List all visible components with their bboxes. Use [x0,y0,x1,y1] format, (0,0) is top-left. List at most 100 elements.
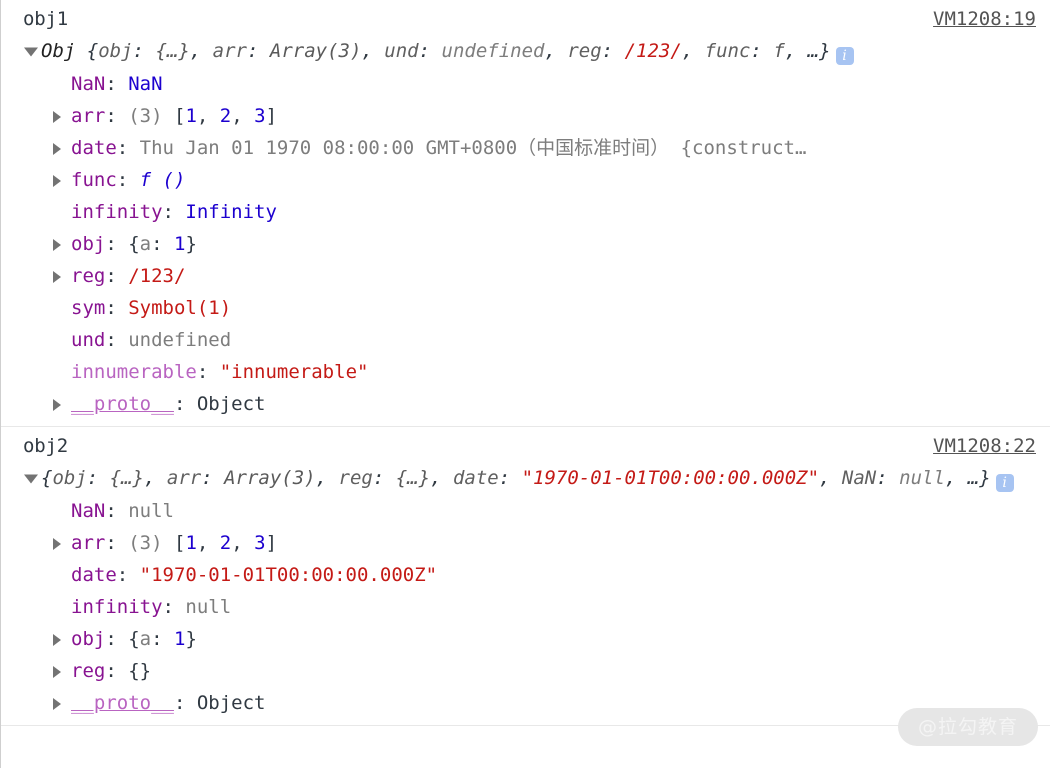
console-message-list: obj 1 VM1208:19 Obj {obj: {…}, arr: Array(3… [1,0,1050,726]
preview-fragment: Array(3) [269,40,362,62]
object-property-row[interactable]: NaN: NaN [1,68,1050,100]
preview-fragment: : [246,40,270,62]
property-value: null [128,500,174,522]
object-property-row[interactable]: infinity: null [1,591,1050,623]
property-colon: : [196,361,220,383]
property-colon: : [173,393,197,415]
value-fragment: , [196,105,220,127]
triangle-right-icon[interactable] [53,538,61,550]
preview-fragment: arr [212,40,247,62]
value-fragment: Thu Jan 01 1970 08:00:00 GMT+0800（中国标准时间… [139,137,670,159]
triangle-right-icon[interactable] [53,143,61,155]
property-value: undefined [128,329,232,351]
object-property-row[interactable]: und: undefined [1,324,1050,356]
value-fragment: 1 [185,105,197,127]
triangle-right-icon[interactable] [53,239,61,251]
preview-fragment: und [384,40,419,62]
object-property-row[interactable]: infinity: Infinity [1,196,1050,228]
info-icon[interactable]: i [995,474,1014,492]
value-fragment: () [151,169,186,191]
triangle-right-icon[interactable] [53,698,61,710]
property-value: {a: 1} [128,233,197,255]
property-colon: : [162,201,186,223]
preview-fragment: date [452,467,499,489]
triangle-right-icon[interactable] [53,666,61,678]
property-colon: : [162,596,186,618]
value-fragment: , [231,532,255,554]
object-property-row[interactable]: date: "1970-01-01T00:00:00.000Z" [1,559,1050,591]
triangle-down-icon[interactable] [24,47,38,56]
triangle-right-icon[interactable] [53,634,61,646]
triangle-right-icon[interactable] [53,175,61,187]
preview-fragment: f [773,40,785,62]
preview-fragment: reg [338,467,373,489]
value-fragment: : [151,628,175,650]
property-key: date [71,564,117,586]
value-fragment: a [139,628,152,650]
property-colon: : [105,265,129,287]
object-property-row[interactable]: obj: {a: 1} [1,623,1050,655]
property-key: __proto__ [71,393,174,415]
preview-fragment: {…} [395,467,431,489]
triangle-right-icon[interactable] [53,399,61,411]
property-value: null [185,596,232,618]
object-property-row[interactable]: arr: (3) [1, 2, 3] [1,527,1050,559]
object-property-row[interactable]: innumerable: "innumerable" [1,356,1050,388]
preview-fragment: obj [52,467,87,489]
object-property-row[interactable]: reg: {} [1,655,1050,687]
object-property-row[interactable]: arr: (3) [1, 2, 3] [1,100,1050,132]
object-preview[interactable]: Obj {obj: {…}, arr: Array(3), und: undef… [41,40,854,65]
property-key: sym [71,297,106,319]
value-fragment: [ [173,105,186,127]
source-location-link[interactable]: VM1208:19 [933,6,1036,33]
object-property-row[interactable]: func: f () [1,164,1050,196]
preview-fragment: : [132,40,156,62]
preview-fragment: , [544,40,568,62]
source-location-link[interactable]: VM1208:22 [933,433,1036,460]
value-fragment: : [151,233,175,255]
object-property-row[interactable]: __proto__: Object [1,388,1050,420]
property-key: innumerable [71,361,197,383]
value-fragment: 1 [174,628,186,650]
object-property-row[interactable]: sym: Symbol(1) [1,292,1050,324]
property-value: "1970-01-01T00:00:00.000Z" [139,564,438,586]
console-log-label: obj2 [23,435,68,457]
object-property-row[interactable]: __proto__: Object [1,687,1050,719]
property-value: f () [140,169,186,191]
value-fragment: 3 [254,532,266,554]
preview-fragment: obj [98,40,133,62]
property-colon: : [105,532,129,554]
object-root: {obj: {…}, arr: Array(3), reg: {…}, date… [1,462,1050,495]
value-fragment: { [128,628,140,650]
object-property-row[interactable]: date: Thu Jan 01 1970 08:00:00 GMT+0800（… [1,132,1050,164]
triangle-right-icon[interactable] [53,111,61,123]
value-fragment: 2 [219,105,232,127]
property-value: {a: 1} [128,628,197,650]
info-icon[interactable]: i [835,47,854,65]
property-value: Object [196,692,266,714]
devtools-console-panel[interactable]: obj 1 VM1208:19 Obj {obj: {…}, arr: Array(3… [0,0,1050,768]
property-colon: : [105,297,129,319]
object-preview[interactable]: {obj: {…}, arr: Array(3), reg: {…}, date… [41,467,1014,492]
property-colon: : [105,105,129,127]
triangle-down-icon[interactable] [24,474,38,483]
value-fragment: {construct… [669,137,807,159]
preview-fragment: arr [166,467,202,489]
preview-fragment: , [681,40,705,62]
object-property-row[interactable]: obj: {a: 1} [1,228,1050,260]
property-value: Object [196,393,266,415]
property-value: (3) [1, 2, 3] [128,105,277,127]
property-key: infinity [71,596,163,618]
value-fragment: ] [265,532,278,554]
triangle-right-icon[interactable] [53,271,61,283]
value-fragment: [ [173,532,186,554]
property-key: NaN [71,73,106,95]
property-key: func [71,169,117,191]
object-property-row[interactable]: NaN: null [1,495,1050,527]
property-key: und [71,329,106,351]
preview-fragment: : [418,40,442,62]
preview-fragment: , [430,467,453,489]
value-fragment: (3) [128,532,174,554]
object-property-row[interactable]: reg: /123/ [1,260,1050,292]
preview-fragment: : [498,467,522,489]
